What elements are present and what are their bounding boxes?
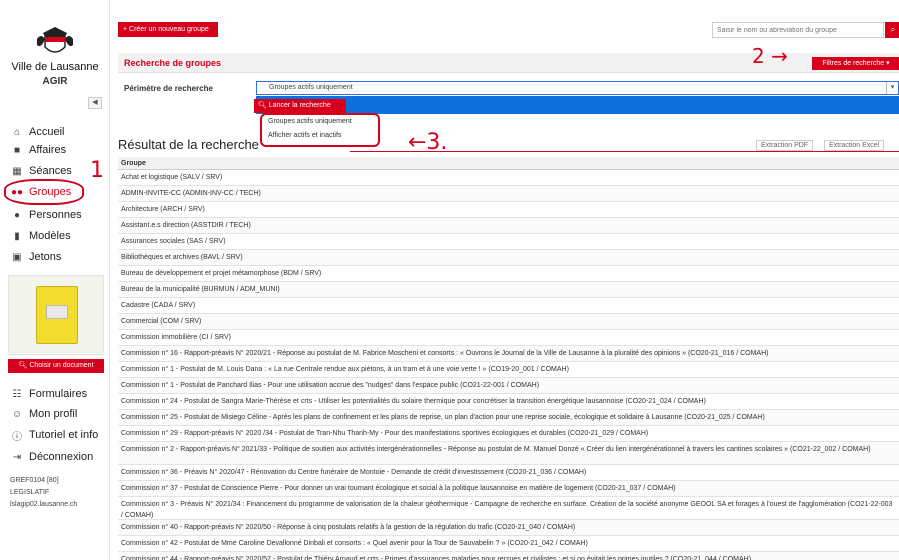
sidebar-item-label: Tutoriel et info — [29, 429, 99, 441]
sidebar-item-tutoriel[interactable]: ⓘ Tutoriel et info — [10, 427, 98, 443]
launch-search-button[interactable]: 🔍︎ Lancer la recherche — [254, 99, 346, 113]
table-row[interactable]: Commission n° 2 - Rapport-préavis N° 202… — [118, 442, 899, 465]
sidebar-item-profil[interactable]: ☺ Mon profil — [10, 406, 77, 422]
table-row[interactable]: Achat et logistique (SALV / SRV) — [118, 170, 899, 186]
sidebar-item-label: Séances — [29, 165, 72, 177]
annotation-underline — [350, 151, 899, 152]
group-search-button[interactable]: ⌕ — [885, 22, 899, 38]
yellow-mailbox — [36, 286, 78, 344]
table-row[interactable]: Commission n° 3 - Préavis N° 2021/34 : F… — [118, 497, 899, 520]
annotation-two: 2 → — [752, 44, 788, 68]
results-table: Achat et logistique (SALV / SRV) ADMIN-IN… — [118, 170, 899, 560]
group-search-input[interactable] — [712, 22, 884, 38]
table-row[interactable]: Commission n° 16 - Rapport-préavis N° 20… — [118, 346, 899, 362]
dropdown-highlight-strip — [256, 96, 899, 114]
search-icon: ⌕ — [890, 25, 896, 34]
table-row[interactable]: Commission n° 24 - Postulat de Sangra Ma… — [118, 394, 899, 410]
sidebar-item-affaires[interactable]: ■ Affaires — [10, 142, 66, 158]
footer-role: LEGISLATIF — [10, 489, 50, 496]
sidebar-item-personnes[interactable]: ● Personnes — [10, 207, 82, 223]
table-row[interactable]: Commission n° 44 - Rapport-préavis N° 20… — [118, 552, 899, 560]
sidebar: Ville de Lausanne AGIR ◀ ⌂ Accueil ■ Affai… — [0, 0, 110, 560]
collapse-sidebar-button[interactable]: ◀ — [88, 97, 102, 109]
logout-icon: ⇥ — [12, 451, 22, 463]
user-icon: ● — [13, 209, 21, 221]
table-row[interactable]: Commission n° 37 - Postulat de Conscienc… — [118, 481, 899, 497]
calendar-icon: ▦ — [12, 165, 22, 177]
perimeter-option-all[interactable]: Afficher actifs et inactifs — [268, 132, 341, 139]
search-icon: 🔍︎ — [258, 102, 269, 109]
main-content: + Créer un nouveau groupe ⌕ Recherche de… — [110, 0, 899, 560]
sidebar-item-label: Groupes — [29, 186, 72, 198]
table-row[interactable]: ADMIN-INVITE-CC (ADMIN-INV-CC / TECH) — [118, 186, 899, 202]
city-name: Ville de Lausanne — [11, 61, 99, 73]
chevron-down-icon[interactable]: ▾ — [886, 82, 898, 94]
export-excel-button[interactable]: Extraction Excel — [824, 140, 885, 151]
table-row[interactable]: Commission n° 36 - Préavis N° 2020/47 - … — [118, 465, 899, 481]
chevron-left-icon: ◀ — [92, 99, 98, 106]
table-row[interactable]: Commission immobilière (CI / SRV) — [118, 330, 899, 346]
sidebar-item-label: Accueil — [29, 126, 65, 138]
sidebar-item-label: Formulaires — [29, 388, 88, 400]
perimeter-select[interactable]: Groupes actifs uniquement ▾ — [256, 81, 899, 95]
sidebar-item-accueil[interactable]: ⌂ Accueil — [10, 124, 65, 140]
info-icon: ⓘ — [12, 431, 22, 443]
perimeter-option-active[interactable]: Groupes actifs uniquement — [268, 118, 352, 125]
annotation-one: 1 — [90, 158, 104, 183]
table-row[interactable]: Bibliothèques et archives (BAVL / SRV) — [118, 250, 899, 266]
sidebar-item-groupes[interactable]: ●● Groupes — [10, 184, 71, 200]
table-row[interactable]: Bureau de la municipalité (BURMUN / ADM_… — [118, 282, 899, 298]
table-row[interactable]: Commission n° 42 - Postulat de Mme Carol… — [118, 536, 899, 552]
table-row[interactable]: Cadastre (CADA / SRV) — [118, 298, 899, 314]
sidebar-item-seances[interactable]: ▦ Séances — [10, 163, 72, 179]
profile-icon: ☺ — [11, 408, 23, 420]
forms-icon: ☷ — [12, 388, 22, 400]
sidebar-item-formulaires[interactable]: ☷ Formulaires — [10, 386, 88, 402]
sidebar-item-label: Jetons — [29, 251, 62, 263]
perimeter-label: Périmètre de recherche — [124, 84, 213, 93]
table-row[interactable]: Commission n° 1 - Postulat de Panchard I… — [118, 378, 899, 394]
home-icon: ⌂ — [13, 126, 21, 138]
search-panel-title: Recherche de groupes — [124, 58, 222, 68]
sidebar-item-label: Mon profil — [29, 408, 78, 420]
sidebar-item-modeles[interactable]: ▮ Modèles — [10, 228, 71, 244]
footer-user: GREF0104 [80] — [10, 477, 59, 484]
sidebar-item-deconnexion[interactable]: ⇥ Déconnexion — [10, 449, 93, 465]
briefcase-icon: ■ — [13, 144, 21, 156]
table-row[interactable]: Assurances sociales (SAS / SRV) — [118, 234, 899, 250]
token-icon: ▣ — [12, 251, 22, 263]
table-row[interactable]: Bureau de développement et projet métamo… — [118, 266, 899, 282]
sidebar-item-label: Déconnexion — [29, 451, 94, 463]
table-row[interactable]: Assistant.e.s direction (ASSTDIR / TECH) — [118, 218, 899, 234]
table-row[interactable]: Commission n° 25 - Postulat de Misiego C… — [118, 410, 899, 426]
table-header-groupe[interactable]: Groupe — [118, 157, 899, 170]
sidebar-item-label: Personnes — [29, 209, 82, 221]
lausanne-crest-logo — [37, 27, 73, 53]
new-group-button[interactable]: + Créer un nouveau groupe — [118, 22, 218, 37]
sidebar-item-label: Modèles — [29, 230, 71, 242]
sidebar-item-jetons[interactable]: ▣ Jetons — [10, 249, 61, 265]
table-row[interactable]: Commercial (COM / SRV) — [118, 314, 899, 330]
results-title: Résultat de la recherche — [118, 137, 259, 152]
table-row[interactable]: Commission n° 29 - Rapport-préavis N° 20… — [118, 426, 899, 442]
app-name: AGIR — [42, 76, 68, 87]
table-row[interactable]: Architecture (ARCH / SRV) — [118, 202, 899, 218]
choose-document-label: Choisir un document — [29, 362, 94, 369]
sidebar-item-label: Affaires — [29, 144, 67, 156]
launch-search-label: Lancer la recherche — [268, 102, 331, 109]
users-icon: ●● — [10, 186, 24, 198]
search-filters-button[interactable]: Filtres de recherche ▾ — [812, 57, 899, 70]
export-pdf-button[interactable]: Extraction PDF — [756, 140, 814, 151]
choose-document-button[interactable]: 🔍︎ Choisir un document — [8, 359, 104, 373]
search-icon: 🔍︎ — [18, 362, 30, 369]
perimeter-selected-value: Groupes actifs uniquement — [269, 84, 353, 91]
document-box-image — [8, 275, 104, 355]
file-icon: ▮ — [14, 230, 20, 242]
app-window: Ville de Lausanne AGIR ◀ ⌂ Accueil ■ Affai… — [0, 0, 899, 560]
table-row[interactable]: Commission n° 1 - Postulat de M. Louis D… — [118, 362, 899, 378]
table-row[interactable]: Commission n° 40 - Rapport-préavis N° 20… — [118, 520, 899, 536]
footer-host: lslagip02.lausanne.ch — [10, 501, 78, 508]
